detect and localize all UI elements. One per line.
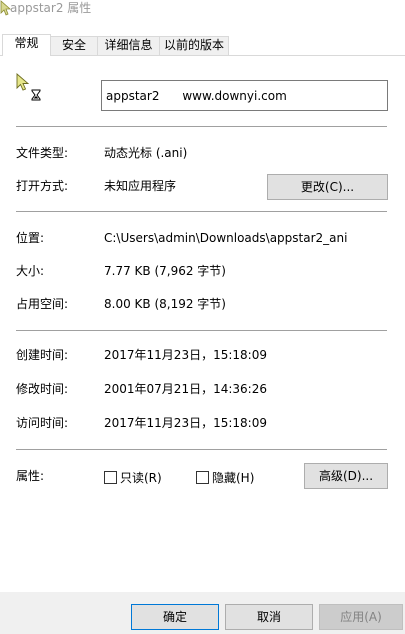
tab-general[interactable]: 常规 xyxy=(2,34,51,56)
file-type-value: 动态光标 (.ani) xyxy=(104,146,188,160)
created-label: 创建时间: xyxy=(16,348,69,362)
location-label: 位置: xyxy=(16,231,45,245)
change-button[interactable]: 更改(C)... xyxy=(267,174,388,200)
file-type-label: 文件类型: xyxy=(16,146,69,160)
separator xyxy=(16,449,387,450)
accessed-label: 访问时间: xyxy=(16,416,69,430)
attributes-label: 属性: xyxy=(16,469,45,483)
animated-cursor-icon xyxy=(16,73,42,103)
size-on-disk-value: 8.00 KB (8,192 字节) xyxy=(104,297,226,311)
accessed-value: 2017年11月23日，15:18:09 xyxy=(104,416,267,430)
modified-label: 修改时间: xyxy=(16,382,69,396)
created-value: 2017年11月23日，15:18:09 xyxy=(104,348,267,362)
apply-button[interactable]: 应用(A) xyxy=(319,604,403,630)
dialog-footer: 确定 取消 应用(A) xyxy=(0,592,405,634)
readonly-label[interactable]: 只读(R) xyxy=(120,470,162,486)
window-title: appstar2 属性 xyxy=(10,1,92,15)
tab-bar: 常规 安全 详细信息 以前的版本 xyxy=(0,34,405,56)
filename-input[interactable] xyxy=(101,80,388,111)
separator xyxy=(16,126,387,127)
modified-value: 2001年07月21日，14:36:26 xyxy=(104,382,267,396)
readonly-checkbox[interactable] xyxy=(104,471,117,484)
general-panel xyxy=(0,55,405,592)
hidden-label[interactable]: 隐藏(H) xyxy=(212,470,254,486)
hidden-checkbox[interactable] xyxy=(196,471,209,484)
separator xyxy=(16,211,387,212)
size-label: 大小: xyxy=(16,264,45,278)
advanced-button[interactable]: 高级(D)... xyxy=(304,463,388,489)
size-on-disk-label: 占用空间: xyxy=(16,297,69,311)
title-bar: appstar2 属性 xyxy=(0,0,405,30)
tab-previous-versions[interactable]: 以前的版本 xyxy=(159,36,229,55)
tab-security[interactable]: 安全 xyxy=(50,36,98,55)
location-value: C:\Users\admin\Downloads\appstar2_ani xyxy=(104,231,348,245)
open-with-label: 打开方式: xyxy=(16,179,69,193)
ok-button[interactable]: 确定 xyxy=(131,604,219,630)
tab-details[interactable]: 详细信息 xyxy=(97,36,160,55)
separator xyxy=(16,330,387,331)
open-with-value: 未知应用程序 xyxy=(104,179,177,193)
size-value: 7.77 KB (7,962 字节) xyxy=(104,264,226,278)
cancel-button[interactable]: 取消 xyxy=(225,604,313,630)
